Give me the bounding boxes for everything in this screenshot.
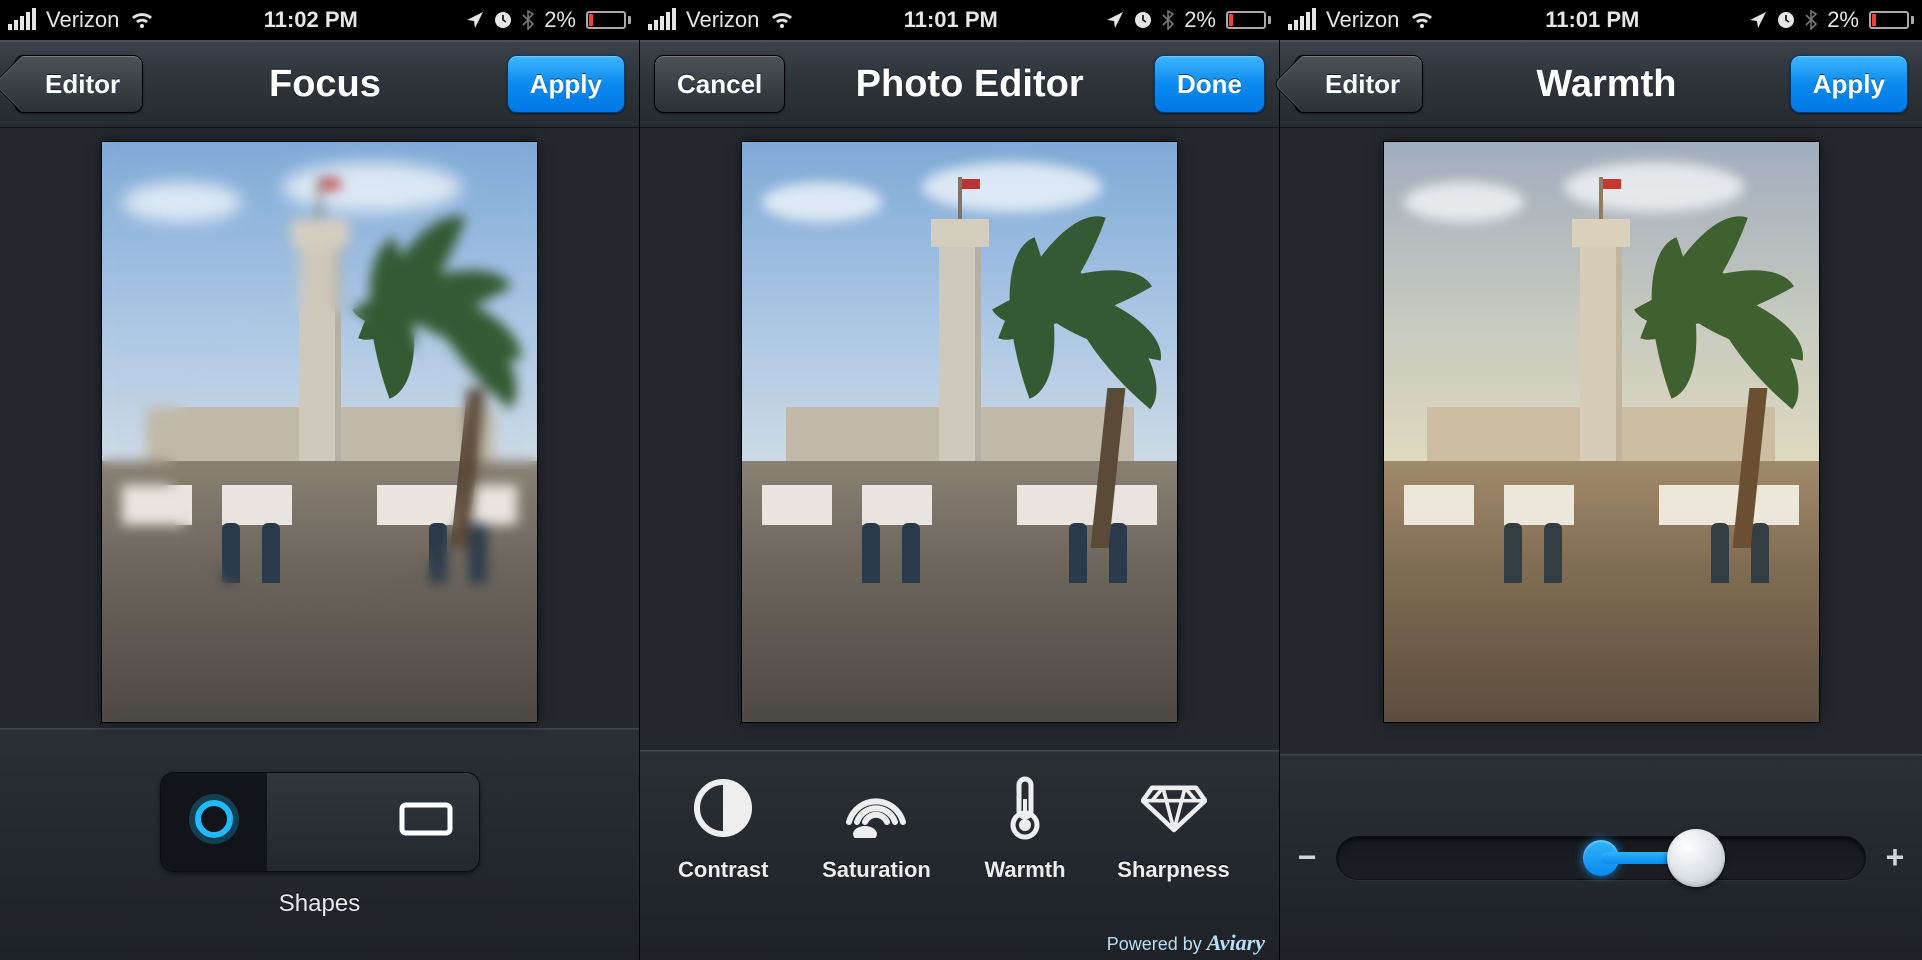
- thermometer-icon: [992, 775, 1058, 841]
- photo-preview: [102, 142, 537, 722]
- wifi-icon: [769, 10, 795, 30]
- battery-icon: [1869, 11, 1914, 29]
- wifi-icon: [1409, 10, 1435, 30]
- carrier-label: Verizon: [46, 7, 119, 33]
- location-arrow-icon: [1106, 11, 1124, 29]
- warmth-slider[interactable]: [1336, 836, 1866, 880]
- contrast-icon: [690, 775, 756, 841]
- done-button[interactable]: Done: [1154, 55, 1265, 113]
- tool-label: Contrast: [678, 857, 768, 883]
- warmth-overlay: [1384, 142, 1819, 722]
- carrier-label: Verizon: [686, 7, 759, 33]
- shape-segmented-control: [160, 772, 480, 872]
- status-time: 11:01 PM: [904, 7, 998, 33]
- nav-title: Focus: [269, 63, 381, 106]
- location-arrow-icon: [1749, 11, 1767, 29]
- nav-bar: Editor Warmth Apply: [1280, 40, 1922, 128]
- shape-circle-button[interactable]: [161, 773, 267, 871]
- aviary-brand: Aviary: [1207, 930, 1265, 955]
- shapes-label: Shapes: [279, 890, 360, 918]
- status-bar: Verizon 11:01 PM 2%: [640, 0, 1279, 40]
- back-button-editor[interactable]: Editor: [14, 55, 143, 113]
- focus-blur-overlay: [102, 142, 537, 722]
- photo-preview: [1384, 142, 1819, 722]
- status-bar: Verizon 11:02 PM 2%: [0, 0, 639, 40]
- carrier-label: Verizon: [1326, 7, 1399, 33]
- focus-bottom-panel: Shapes: [0, 728, 639, 960]
- tool-label: Warmth: [984, 857, 1065, 883]
- rectangle-focus-icon: [396, 799, 456, 844]
- bluetooth-icon: [1162, 10, 1174, 30]
- photo-canvas-area[interactable]: [640, 128, 1279, 750]
- bluetooth-icon: [1805, 10, 1817, 30]
- battery-icon: [586, 11, 631, 29]
- clock-icon: [1134, 11, 1152, 29]
- tool-saturation[interactable]: Saturation: [826, 775, 926, 883]
- tool-sharpness[interactable]: Sharpness: [1124, 775, 1224, 883]
- saturation-icon: [843, 775, 909, 841]
- screen-editor: Verizon 11:01 PM 2% Cancel Photo Editor …: [640, 0, 1280, 960]
- apply-button[interactable]: Apply: [1790, 55, 1908, 113]
- clock-icon: [494, 11, 512, 29]
- battery-pct: 2%: [1827, 7, 1859, 33]
- status-time: 11:02 PM: [264, 7, 358, 33]
- photo-canvas-area[interactable]: [1280, 128, 1922, 754]
- location-arrow-icon: [466, 11, 484, 29]
- cancel-button[interactable]: Cancel: [654, 55, 785, 113]
- tool-label: Saturation: [822, 857, 931, 883]
- screen-warmth: Verizon 11:01 PM 2% Editor Warmth Apply: [1280, 0, 1922, 960]
- clock-icon: [1777, 11, 1795, 29]
- tool-strip[interactable]: Contrast Saturation Warmth Sharpness: [640, 750, 1279, 960]
- battery-pct: 2%: [1184, 7, 1216, 33]
- battery-icon: [1226, 11, 1271, 29]
- slider-thumb[interactable]: [1667, 829, 1725, 887]
- nav-bar: Editor Focus Apply: [0, 40, 639, 128]
- battery-pct: 2%: [544, 7, 576, 33]
- diamond-icon: [1141, 775, 1207, 841]
- photo-canvas-area[interactable]: [0, 128, 639, 728]
- status-time: 11:01 PM: [1545, 7, 1639, 33]
- apply-button[interactable]: Apply: [507, 55, 625, 113]
- tool-warmth[interactable]: Warmth: [984, 775, 1065, 883]
- powered-by-label: Powered by Aviary: [1107, 930, 1265, 956]
- signal-bars-icon: [1288, 10, 1316, 30]
- tool-label: Sharpness: [1117, 857, 1230, 883]
- nav-bar: Cancel Photo Editor Done: [640, 40, 1279, 128]
- screen-focus: Verizon 11:02 PM 2% Editor Focus Apply: [0, 0, 640, 960]
- status-bar: Verizon 11:01 PM 2%: [1280, 0, 1922, 40]
- slider-plus-label: +: [1884, 839, 1906, 876]
- shape-rectangle-button[interactable]: [373, 773, 479, 871]
- circle-focus-icon: [188, 793, 240, 850]
- nav-title: Warmth: [1536, 63, 1676, 106]
- signal-bars-icon: [8, 10, 36, 30]
- tool-contrast[interactable]: Contrast: [678, 775, 768, 883]
- signal-bars-icon: [648, 10, 676, 30]
- slider-minus-label: −: [1296, 839, 1318, 876]
- bluetooth-icon: [522, 10, 534, 30]
- wifi-icon: [129, 10, 155, 30]
- nav-title: Photo Editor: [856, 63, 1084, 106]
- back-button-editor[interactable]: Editor: [1294, 55, 1423, 113]
- warmth-bottom-panel: − +: [1280, 754, 1922, 960]
- photo-preview: [742, 142, 1177, 722]
